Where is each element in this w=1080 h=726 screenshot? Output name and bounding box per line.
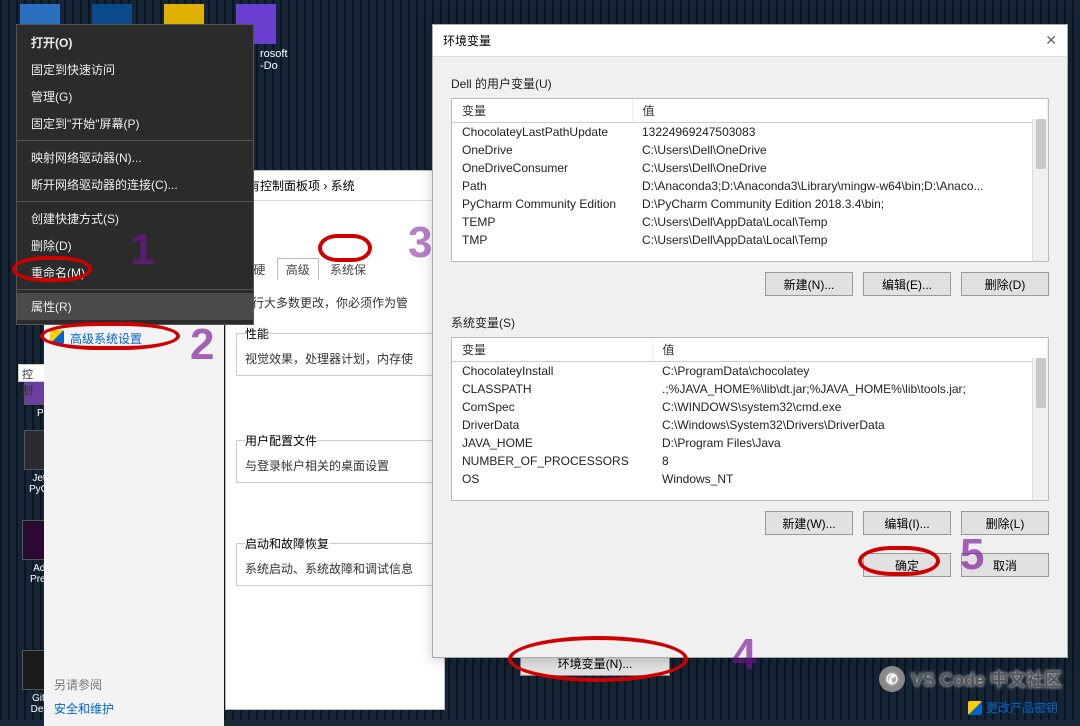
control-panel-label: 控制	[18, 364, 46, 382]
group-startup: 启动和故障恢复	[245, 535, 329, 552]
watermark: ✆ VS Code 中文社区	[879, 666, 1062, 692]
table-row[interactable]: ComSpecC:\WINDOWS\system32\cmd.exe	[452, 398, 1048, 416]
menu-rename[interactable]: 重命名(M)	[17, 259, 253, 286]
table-row[interactable]: NUMBER_OF_PROCESSORS8	[452, 452, 1048, 470]
col-value[interactable]: 值	[632, 99, 1048, 123]
ok-button[interactable]: 确定	[863, 553, 951, 577]
col-variable[interactable]: 变量	[452, 99, 632, 123]
separator	[17, 201, 253, 202]
sidebar-advanced-system-settings[interactable]: 高级系统设置	[44, 325, 224, 352]
menu-disconnect[interactable]: 断开网络驱动器的连接(C)...	[17, 171, 253, 198]
change-product-key-link[interactable]: 更改产品密钥	[968, 699, 1058, 716]
menu-manage[interactable]: 管理(G)	[17, 83, 253, 110]
table-row[interactable]: PathD:\Anaconda3;D:\Anaconda3\Library\mi…	[452, 177, 1048, 195]
menu-map-drive[interactable]: 映射网络驱动器(N)...	[17, 144, 253, 171]
separator	[17, 140, 253, 141]
col-variable[interactable]: 变量	[452, 338, 652, 362]
table-row[interactable]: TEMPC:\Users\Dell\AppData\Local\Temp	[452, 213, 1048, 231]
dialog-title: 环境变量	[443, 32, 491, 49]
context-menu: 打开(O) 固定到快速访问 管理(G) 固定到"开始"屏幕(P) 映射网络驱动器…	[16, 24, 254, 325]
control-panel-sidebar: 系统保护 高级系统设置 另请参阅 安全和维护	[44, 292, 224, 726]
desktop-icon-label: rosoft-Do	[260, 48, 288, 72]
scrollbar[interactable]	[1032, 358, 1048, 500]
shield-icon	[50, 330, 64, 344]
col-value[interactable]: 值	[652, 338, 1048, 362]
menu-properties[interactable]: 属性(R)	[17, 293, 253, 320]
table-row[interactable]: PyCharm Community EditionD:\PyCharm Comm…	[452, 195, 1048, 213]
table-row[interactable]: OneDriveConsumerC:\Users\Dell\OneDrive	[452, 159, 1048, 177]
table-row[interactable]: OneDriveC:\Users\Dell\OneDrive	[452, 141, 1048, 159]
system-edit-button[interactable]: 编辑(I)...	[863, 511, 951, 535]
perf-text: 视觉效果，处理器计划，内存使	[245, 350, 425, 367]
table-row[interactable]: JAVA_HOMED:\Program Files\Java	[452, 434, 1048, 452]
close-icon[interactable]: ✕	[1045, 32, 1057, 49]
wechat-icon: ✆	[879, 666, 905, 692]
shield-icon	[968, 701, 982, 715]
user-vars-label: Dell 的用户变量(U)	[451, 75, 1049, 92]
table-row[interactable]: ChocolateyInstallC:\ProgramData\chocolat…	[452, 362, 1048, 381]
system-vars-listbox[interactable]: 变量值 ChocolateyInstallC:\ProgramData\choc…	[451, 337, 1049, 501]
breadcrumb[interactable]: 所有控制面板项 › 系统	[226, 171, 444, 201]
menu-shortcut[interactable]: 创建快捷方式(S)	[17, 205, 253, 232]
table-row[interactable]: CLASSPATH.;%JAVA_HOME%\lib\dt.jar;%JAVA_…	[452, 380, 1048, 398]
system-delete-button[interactable]: 删除(L)	[961, 511, 1049, 535]
table-row[interactable]: TMPC:\Users\Dell\AppData\Local\Temp	[452, 231, 1048, 249]
profile-text: 与登录帐户相关的桌面设置	[245, 457, 425, 474]
user-delete-button[interactable]: 删除(D)	[961, 272, 1049, 296]
user-vars-listbox[interactable]: 变量值 ChocolateyLastPathUpdate132249692475…	[451, 98, 1049, 262]
startup-text: 系统启动、系统故障和调试信息	[245, 560, 425, 577]
menu-pin-quick[interactable]: 固定到快速访问	[17, 56, 253, 83]
system-window: 所有控制面板项 › 系统 性 机 硬 高级 系统保 进行大多数更改，你必须作为管…	[225, 170, 445, 710]
menu-delete[interactable]: 删除(D)	[17, 232, 253, 259]
table-row[interactable]: ChocolateyLastPathUpdate1322496924750308…	[452, 123, 1048, 142]
user-new-button[interactable]: 新建(N)...	[765, 272, 853, 296]
menu-pin-start[interactable]: 固定到"开始"屏幕(P)	[17, 110, 253, 137]
system-new-button[interactable]: 新建(W)...	[765, 511, 853, 535]
dialog-titlebar[interactable]: 环境变量 ✕	[433, 25, 1067, 57]
admin-note: 进行大多数更改，你必须作为管	[226, 286, 444, 319]
group-performance: 性能	[245, 325, 269, 342]
system-properties-tabs: 性	[226, 219, 444, 256]
table-row[interactable]: DriverDataC:\Windows\System32\Drivers\Dr…	[452, 416, 1048, 434]
cancel-button[interactable]: 取消	[961, 553, 1049, 577]
menu-open[interactable]: 打开(O)	[17, 29, 253, 56]
scrollbar[interactable]	[1032, 119, 1048, 261]
group-user-profile: 用户配置文件	[245, 432, 317, 449]
tab-advanced[interactable]: 高级	[277, 258, 319, 280]
separator	[17, 289, 253, 290]
table-row[interactable]: OSWindows_NT	[452, 470, 1048, 488]
system-vars-label: 系统变量(S)	[451, 314, 1049, 331]
tab-system-protect[interactable]: 系统保	[322, 259, 374, 280]
sidebar-security[interactable]: 安全和维护	[44, 697, 224, 720]
environment-variables-dialog: 环境变量 ✕ Dell 的用户变量(U) 变量值 ChocolateyLastP…	[432, 24, 1068, 658]
user-edit-button[interactable]: 编辑(E)...	[863, 272, 951, 296]
sidebar-see-also: 另请参阅	[44, 662, 224, 697]
